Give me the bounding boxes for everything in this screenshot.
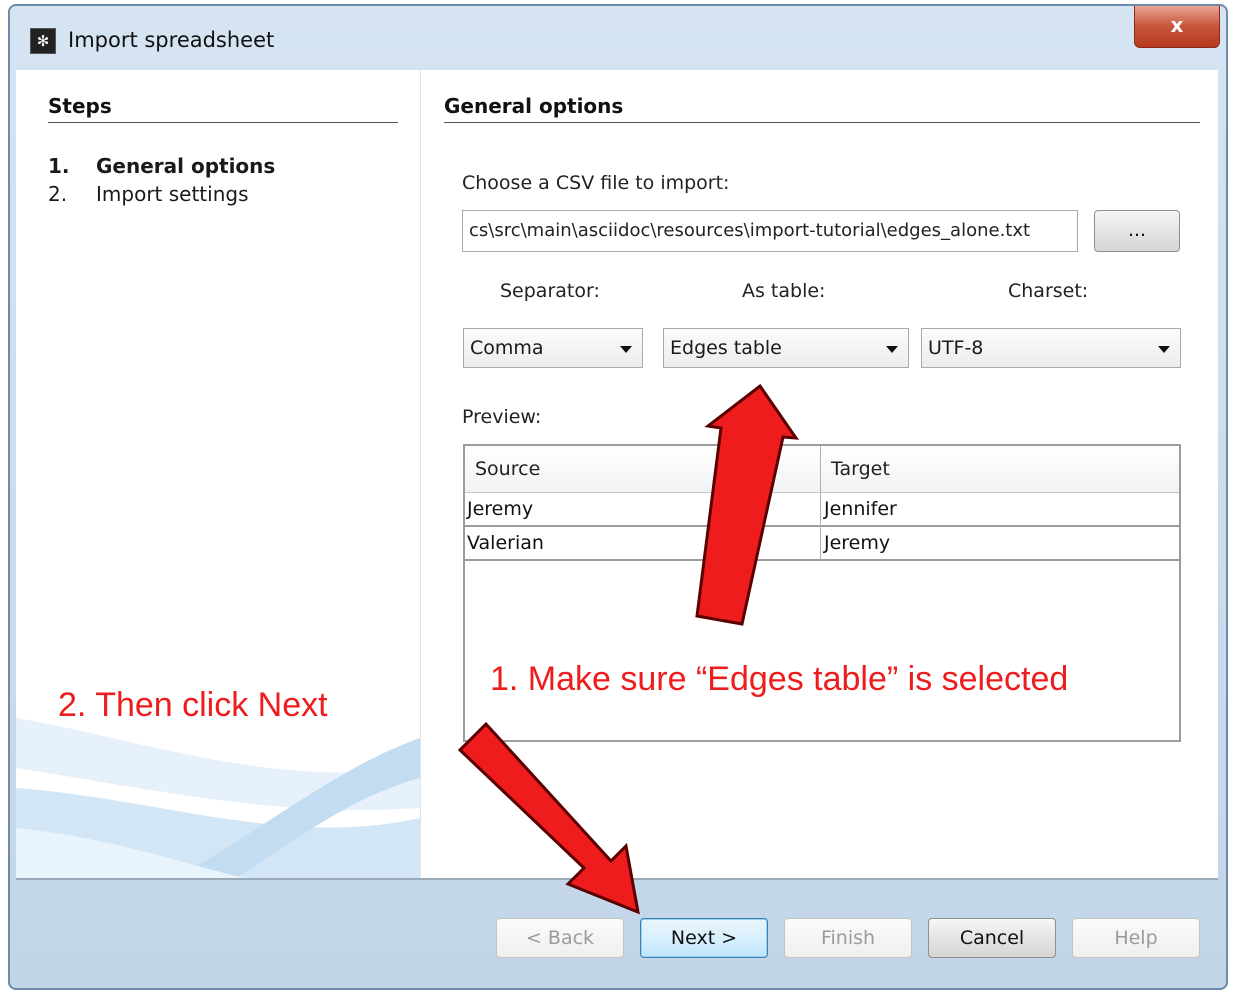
annotation-step-2: 2. Then click Next (58, 686, 328, 724)
csv-file-label: Choose a CSV file to import: (462, 172, 730, 194)
charset-label: Charset: (1008, 280, 1089, 302)
table-cell-source: Valerian (467, 532, 544, 554)
chevron-down-icon (620, 346, 632, 353)
preview-label: Preview: (462, 406, 542, 428)
as-table-label: As table: (742, 280, 826, 302)
step-label: Import settings (96, 182, 249, 206)
steps-divider (48, 122, 398, 123)
annotation-step-1: 1. Make sure “Edges table” is selected (490, 660, 1069, 698)
app-logo-icon: ✻ (30, 28, 56, 54)
column-header-source[interactable]: Source (465, 446, 821, 492)
browse-button[interactable]: ... (1094, 210, 1180, 252)
charset-select[interactable]: UTF-8 (921, 328, 1181, 368)
table-cell-target: Jennifer (824, 498, 897, 520)
separator-value: Comma (470, 337, 544, 359)
table-row[interactable]: Valerian Jeremy (465, 527, 1179, 561)
csv-file-path-field[interactable]: cs\src\main\asciidoc\resources\import-tu… (462, 210, 1078, 252)
step-number: 2. (48, 182, 68, 206)
footer-divider (16, 878, 1218, 880)
as-table-value: Edges table (670, 337, 782, 359)
steps-heading: Steps (48, 94, 112, 118)
chevron-down-icon (886, 346, 898, 353)
column-divider (820, 446, 821, 559)
chevron-down-icon (1158, 346, 1170, 353)
table-row[interactable]: Jeremy Jennifer (465, 493, 1179, 527)
charset-value: UTF-8 (928, 337, 984, 359)
cancel-button[interactable]: Cancel (928, 918, 1056, 958)
separator-label: Separator: (500, 280, 600, 302)
finish-button[interactable]: Finish (784, 918, 912, 958)
step-number: 1. (48, 154, 70, 178)
as-table-select[interactable]: Edges table (663, 328, 909, 368)
general-options-divider (444, 122, 1200, 123)
dialog-content: Steps 1. General options 2. Import setti… (16, 70, 1218, 878)
steps-pane: Steps 1. General options 2. Import setti… (16, 70, 421, 878)
next-button[interactable]: Next > (640, 918, 768, 958)
step-item-import-settings: 2. Import settings (48, 180, 275, 208)
steps-list: 1. General options 2. Import settings (48, 152, 275, 208)
table-cell-target: Jeremy (824, 532, 891, 554)
title-bar[interactable]: ✻ Import spreadsheet x (10, 6, 1226, 70)
help-button[interactable]: Help (1072, 918, 1200, 958)
step-label: General options (96, 154, 276, 178)
column-header-target[interactable]: Target (821, 446, 1179, 492)
back-button[interactable]: < Back (496, 918, 624, 958)
preview-table-header: Source Target (465, 446, 1179, 493)
window-title: Import spreadsheet (68, 28, 275, 52)
step-item-general-options: 1. General options (48, 152, 275, 180)
close-button[interactable]: x (1134, 6, 1220, 48)
general-options-heading: General options (444, 94, 624, 118)
separator-select[interactable]: Comma (463, 328, 643, 368)
table-cell-source: Jeremy (467, 498, 534, 520)
